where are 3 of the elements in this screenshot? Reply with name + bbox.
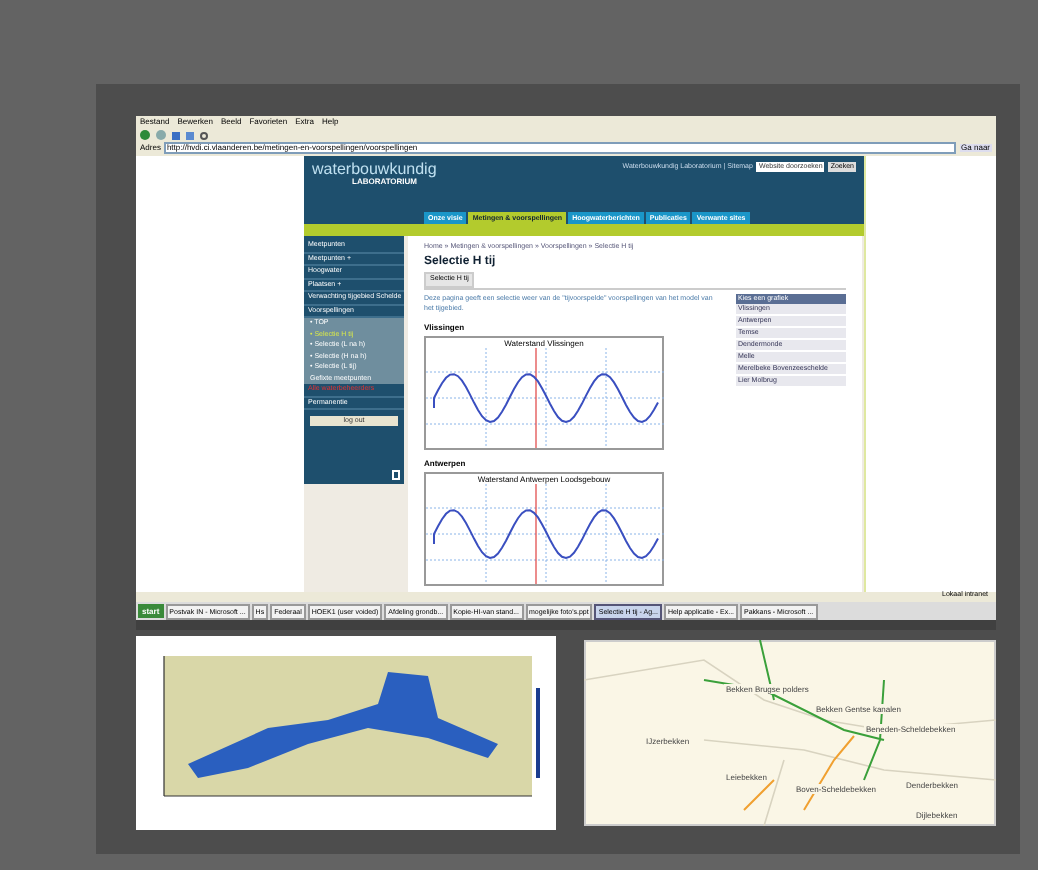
wheelchair-icon[interactable]: [392, 470, 400, 480]
site-logo[interactable]: waterbouwkundig: [312, 162, 437, 178]
search-icon[interactable]: [200, 131, 208, 139]
